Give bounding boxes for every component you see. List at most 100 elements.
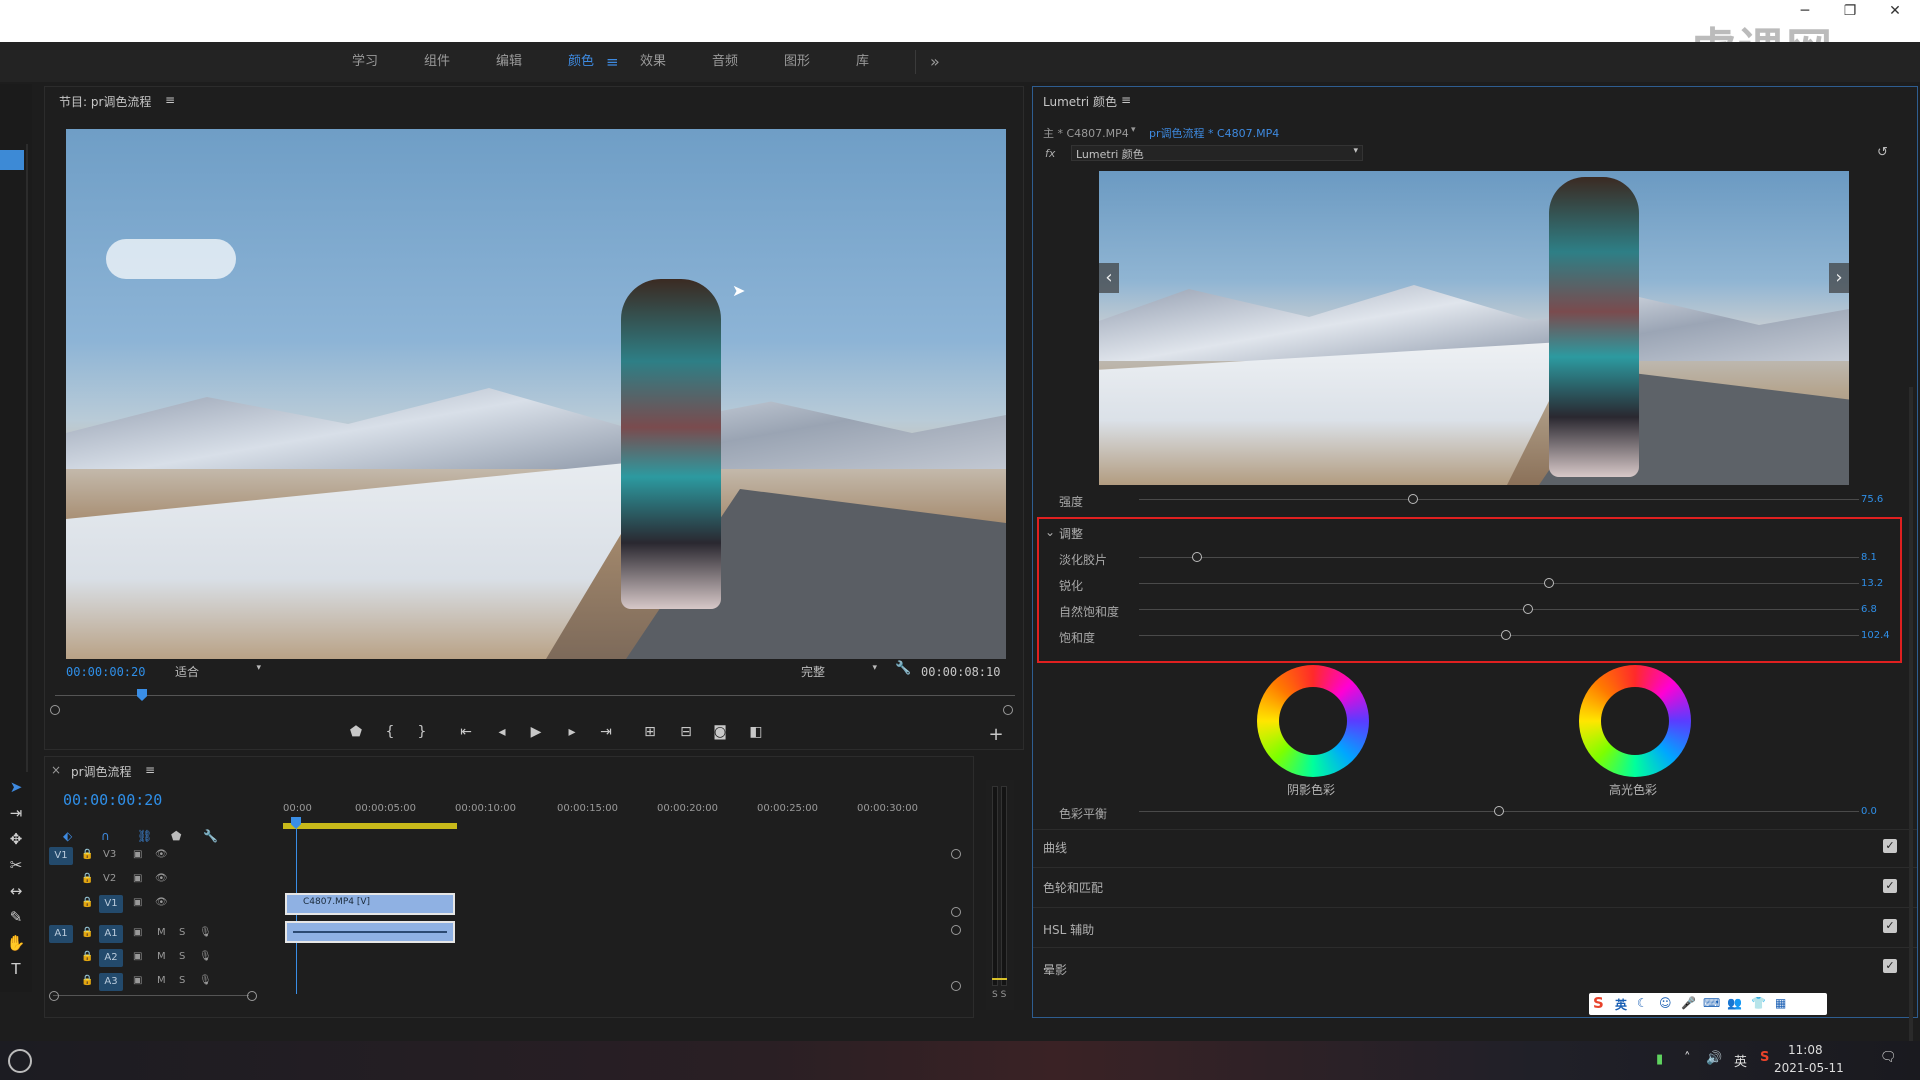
eye-icon[interactable]: 👁 xyxy=(155,873,168,884)
snap-icon[interactable]: ∩ xyxy=(101,829,110,843)
pen-tool-icon[interactable]: ✎ xyxy=(3,904,29,930)
sync-lock-icon[interactable]: ▣ xyxy=(133,897,142,908)
panel-menu-icon[interactable]: ≡ xyxy=(165,93,175,107)
scrollbar[interactable] xyxy=(26,144,28,784)
close-tab-icon[interactable]: × xyxy=(51,763,61,777)
restore-button[interactable]: ❐ xyxy=(1835,2,1865,20)
chevron-down-icon[interactable]: ⌄ xyxy=(1045,525,1055,539)
playhead-timecode[interactable]: 00:00:00:20 xyxy=(66,665,145,679)
track-label[interactable]: V3 xyxy=(103,849,116,860)
grid-icon[interactable]: ▦ xyxy=(1775,996,1786,1010)
faded-film-knob[interactable] xyxy=(1191,552,1202,562)
sequence-clip-label[interactable]: pr调色流程 * C4807.MP4 xyxy=(1149,125,1279,141)
button-editor-icon[interactable]: + xyxy=(985,724,1007,745)
lock-icon[interactable]: 🔒 xyxy=(81,873,93,884)
track-label[interactable]: A2 xyxy=(99,949,123,967)
time-ruler[interactable] xyxy=(55,689,1015,701)
workspace-tab-libraries[interactable]: 库 xyxy=(856,42,869,82)
nest-sequence-icon[interactable]: ⬖ xyxy=(63,829,72,843)
zoom-handle-right[interactable] xyxy=(247,991,257,1001)
track-label[interactable]: V1 xyxy=(99,895,123,913)
step-forward-button[interactable]: ▸ xyxy=(561,724,583,740)
step-back-button[interactable]: ◂ xyxy=(491,724,513,740)
clock-date[interactable]: 2021-05-11 xyxy=(1774,1061,1844,1075)
saturation-track[interactable] xyxy=(1139,635,1859,636)
fx-toggle[interactable]: fx xyxy=(1045,147,1055,160)
lift-button[interactable]: ⊞ xyxy=(639,724,661,740)
workspace-tab-graphics[interactable]: 图形 xyxy=(784,42,810,82)
saturation-value[interactable]: 102.4 xyxy=(1861,630,1890,641)
close-button[interactable]: ✕ xyxy=(1880,2,1910,20)
panel-menu-icon[interactable]: ≡ xyxy=(1121,93,1131,107)
add-marker-icon[interactable]: ⬟ xyxy=(171,829,181,843)
hsl-secondary-section[interactable]: HSL 辅助 xyxy=(1043,921,1094,938)
vertical-zoom-handle[interactable] xyxy=(951,907,961,917)
emoji-icon[interactable]: ☺ xyxy=(1659,996,1672,1010)
sharpen-track[interactable] xyxy=(1139,583,1859,584)
timeline-timecode[interactable]: 00:00:00:20 xyxy=(63,791,162,809)
workspace-tab-color[interactable]: 颜色 xyxy=(568,42,594,82)
mark-out-button[interactable]: } xyxy=(411,724,433,740)
previous-look-button[interactable]: ‹ xyxy=(1099,263,1119,293)
speaker-icon[interactable]: 🔊 xyxy=(1706,1051,1722,1066)
timeline-title[interactable]: pr调色流程 xyxy=(71,763,132,780)
source-patch-v1[interactable]: V1 xyxy=(49,847,73,865)
notification-icon[interactable]: 🗨 xyxy=(1880,1050,1897,1065)
workspace-tab-learn[interactable]: 学习 xyxy=(352,42,378,82)
color-wheels-checkbox[interactable]: ✓ xyxy=(1883,879,1897,893)
fit-select[interactable]: 适合 ▾ xyxy=(175,663,265,679)
lock-icon[interactable]: 🔒 xyxy=(81,975,93,986)
sogou-logo-icon[interactable]: S xyxy=(1593,994,1604,1012)
add-marker-button[interactable]: ⬟ xyxy=(345,724,367,740)
scrollbar[interactable] xyxy=(1909,387,1913,1077)
sync-lock-icon[interactable]: ▣ xyxy=(133,927,142,938)
sync-lock-icon[interactable]: ▣ xyxy=(133,951,142,962)
vertical-zoom-handle[interactable] xyxy=(951,925,961,935)
zoom-handle-left[interactable] xyxy=(49,991,59,1001)
workspace-tab-effects[interactable]: 效果 xyxy=(640,42,666,82)
horizontal-scroll-track[interactable] xyxy=(53,995,249,996)
faded-film-value[interactable]: 8.1 xyxy=(1861,552,1877,563)
input-language[interactable]: 英 xyxy=(1734,1051,1747,1070)
vignette-checkbox[interactable]: ✓ xyxy=(1883,959,1897,973)
ripple-edit-tool-icon[interactable]: ✥ xyxy=(3,826,29,852)
work-area-bar[interactable] xyxy=(283,823,457,829)
audio-clip[interactable] xyxy=(285,921,455,943)
mic-icon[interactable]: 🎙 xyxy=(199,975,212,986)
workspace-menu-icon[interactable]: ≡ xyxy=(606,42,619,82)
vertical-zoom-handle[interactable] xyxy=(951,981,961,991)
go-to-in-button[interactable]: ⇤ xyxy=(455,724,477,740)
keyboard-icon[interactable]: ⌨ xyxy=(1703,996,1720,1010)
lock-icon[interactable]: 🔒 xyxy=(81,897,93,908)
tint-balance-value[interactable]: 0.0 xyxy=(1861,806,1877,817)
mic-icon[interactable]: 🎙 xyxy=(199,927,212,938)
eye-icon[interactable]: 👁 xyxy=(155,849,168,860)
sync-lock-icon[interactable]: ▣ xyxy=(133,873,142,884)
lock-icon[interactable]: 🔒 xyxy=(81,951,93,962)
comparison-view-icon[interactable]: ◧ xyxy=(745,724,767,740)
track-label[interactable]: V2 xyxy=(103,873,116,884)
lock-icon[interactable]: 🔒 xyxy=(81,849,93,860)
track-label[interactable]: A3 xyxy=(99,973,123,991)
hsl-secondary-checkbox[interactable]: ✓ xyxy=(1883,919,1897,933)
start-button-icon[interactable] xyxy=(8,1049,32,1073)
go-to-out-button[interactable]: ⇥ xyxy=(595,724,617,740)
workspace-tab-audio[interactable]: 音频 xyxy=(712,42,738,82)
faded-film-track[interactable] xyxy=(1139,557,1859,558)
solo-button[interactable]: S xyxy=(179,951,185,962)
vibrance-knob[interactable] xyxy=(1522,604,1533,614)
lumetri-title[interactable]: Lumetri 颜色 xyxy=(1043,93,1117,110)
razor-tool-icon[interactable]: ✂ xyxy=(3,852,29,878)
meter-solo-labels[interactable]: S S xyxy=(992,990,1006,1000)
workspace-tab-assembly[interactable]: 组件 xyxy=(424,42,450,82)
timeline-settings-icon[interactable]: 🔧 xyxy=(203,829,218,843)
sync-lock-icon[interactable]: ▣ xyxy=(133,849,142,860)
curves-checkbox[interactable]: ✓ xyxy=(1883,839,1897,853)
zoom-handle-left[interactable] xyxy=(50,705,60,715)
more-workspaces-icon[interactable]: » xyxy=(930,42,940,82)
mute-button[interactable]: M xyxy=(157,927,166,938)
vertical-zoom-handle[interactable] xyxy=(951,849,961,859)
mark-in-button[interactable]: { xyxy=(379,724,401,740)
source-patch-a1[interactable]: A1 xyxy=(49,925,73,943)
wrench-icon[interactable]: 🔧 xyxy=(895,661,911,676)
